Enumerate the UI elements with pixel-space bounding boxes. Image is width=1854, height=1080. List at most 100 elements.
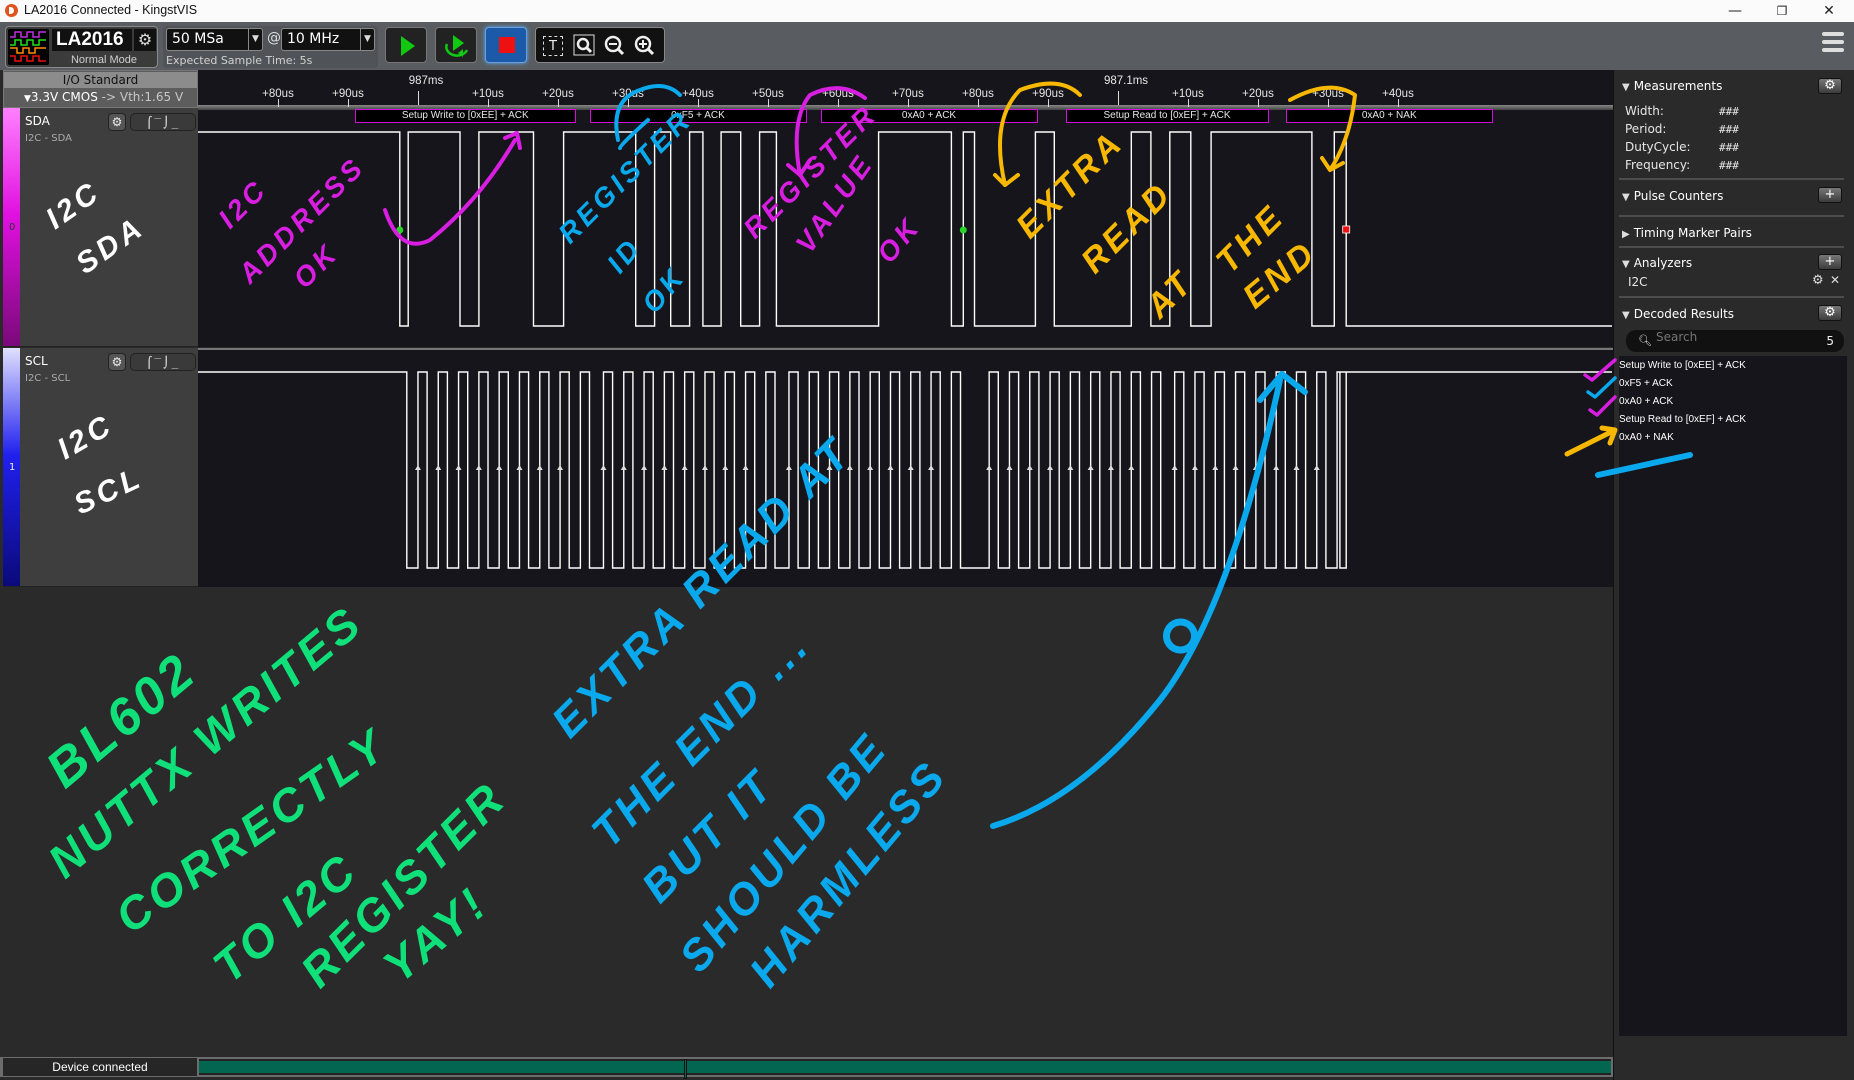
- rising-edge-arrow-icon: [1293, 465, 1300, 470]
- rising-edge-arrow-icon: [1171, 465, 1178, 470]
- rising-edge-arrow-icon: [414, 465, 421, 470]
- analyzer-remove-close-icon[interactable]: ✕: [1830, 273, 1840, 287]
- capture-progress-bar[interactable]: [199, 1059, 1611, 1079]
- measurements-header[interactable]: ▼ Measurements: [1622, 79, 1722, 93]
- analyzer-settings-gear-icon[interactable]: ⚙: [1812, 273, 1824, 288]
- rising-edge-arrow-icon: [1273, 465, 1280, 470]
- rising-edge-arrow-icon: [1191, 465, 1198, 470]
- rising-edge-arrow-icon: [1252, 465, 1259, 470]
- close-button[interactable]: ✕: [1806, 0, 1852, 22]
- rising-edge-arrow-icon: [536, 465, 543, 470]
- add-analyzer-plus-icon[interactable]: +: [1818, 254, 1842, 270]
- status-bar: Device connected: [0, 1057, 1613, 1079]
- rising-edge-arrow-icon: [455, 465, 462, 470]
- measure-duty-label: DutyCycle:: [1625, 140, 1691, 154]
- measure-frequency-value: ###: [1719, 159, 1739, 172]
- pulse-counters-header[interactable]: ▼ Pulse Counters: [1622, 189, 1723, 203]
- measure-width-value: ###: [1719, 105, 1739, 118]
- rising-edge-arrow-icon: [722, 465, 729, 470]
- rising-edge-arrow-icon: [1107, 465, 1114, 470]
- measure-frequency-label: Frequency:: [1625, 158, 1691, 172]
- rising-edge-arrow-icon: [928, 465, 935, 470]
- rising-edge-arrow-icon: [907, 465, 914, 470]
- divider: [1619, 296, 1844, 298]
- rising-edge-arrow-icon: [1313, 465, 1320, 470]
- search-input[interactable]: [1656, 330, 1796, 344]
- status-text: Device connected: [3, 1058, 197, 1076]
- result-count: 5: [1826, 334, 1834, 348]
- minimize-button[interactable]: —: [1712, 0, 1758, 22]
- rising-edge-arrow-icon: [681, 465, 688, 470]
- triangle-down-icon: ▼: [1622, 82, 1630, 93]
- measurements-settings-gear-icon[interactable]: ⚙: [1818, 78, 1842, 94]
- rising-edge-arrow-icon: [826, 465, 833, 470]
- progress-marker[interactable]: [684, 1059, 687, 1079]
- measurements-title: Measurements: [1633, 79, 1723, 93]
- rising-edge-arrow-icon: [887, 465, 894, 470]
- rising-edge-arrow-icon: [496, 465, 503, 470]
- rising-edge-arrow-icon: [475, 465, 482, 470]
- decoded-search: 🔍︎ 5: [1626, 330, 1844, 352]
- annotation-canvas: [0, 587, 1613, 1055]
- add-pulse-counter-plus-icon[interactable]: +: [1818, 187, 1842, 203]
- measure-duty-value: ###: [1719, 141, 1739, 154]
- rising-edge-arrow-icon: [867, 465, 874, 470]
- rising-edge-arrow-icon: [846, 465, 853, 470]
- list-item[interactable]: Setup Read to [0xEF] + ACK: [1619, 414, 1746, 425]
- rising-edge-arrow-icon: [1026, 465, 1033, 470]
- timing-marker-pairs-header[interactable]: ▶ Timing Marker Pairs: [1622, 226, 1752, 240]
- rising-edge-arrow-icon: [1212, 465, 1219, 470]
- rising-edge-arrow-icon: [986, 465, 993, 470]
- triangle-down-icon: ▼: [1622, 259, 1630, 270]
- search-icon: 🔍︎: [1638, 334, 1652, 347]
- rising-edge-arrow-icon: [435, 465, 442, 470]
- rising-edge-arrow-icon: [1232, 465, 1239, 470]
- decoded-results-settings-gear-icon[interactable]: ⚙: [1818, 305, 1842, 321]
- divider: [1619, 215, 1844, 217]
- rising-edge-arrow-icon: [661, 465, 668, 470]
- stop-condition-marker: [1342, 225, 1351, 234]
- divider: [1619, 246, 1844, 248]
- list-item[interactable]: 0xF5 + ACK: [1619, 378, 1673, 389]
- divider: [1619, 178, 1844, 180]
- rising-edge-arrow-icon: [557, 465, 564, 470]
- measure-period-value: ###: [1719, 123, 1739, 136]
- rising-edge-arrow-icon: [1087, 465, 1094, 470]
- rising-edge-arrow-icon: [620, 465, 627, 470]
- rising-edge-arrow-icon: [785, 465, 792, 470]
- scl-trace: [198, 371, 1612, 569]
- decoded-results-header[interactable]: ▼ Decoded Results: [1622, 307, 1734, 321]
- measure-period-label: Period:: [1625, 122, 1667, 136]
- waveforms: [198, 131, 1612, 569]
- triangle-right-icon: ▶: [1622, 229, 1630, 240]
- list-item[interactable]: 0xA0 + NAK: [1619, 432, 1674, 443]
- timing-marker-pairs-title: Timing Marker Pairs: [1633, 226, 1752, 240]
- rising-edge-arrow-icon: [641, 465, 648, 470]
- sda-trace: [198, 131, 1612, 327]
- hamburger-menu-icon[interactable]: [1822, 32, 1844, 52]
- decoded-results-title: Decoded Results: [1633, 307, 1735, 321]
- rising-edge-arrow-icon: [600, 465, 607, 470]
- triangle-down-icon: ▼: [1622, 192, 1630, 203]
- pulse-counters-title: Pulse Counters: [1633, 189, 1724, 203]
- list-item[interactable]: Setup Write to [0xEE] + ACK: [1619, 360, 1746, 371]
- analyzer-item[interactable]: I2C: [1628, 275, 1648, 289]
- start-condition-marker: [959, 226, 967, 234]
- rising-edge-arrow-icon: [1067, 465, 1074, 470]
- analyzers-title: Analyzers: [1633, 256, 1693, 270]
- measure-width-label: Width:: [1625, 104, 1664, 118]
- analyzers-header[interactable]: ▼ Analyzers: [1622, 256, 1692, 270]
- restore-button[interactable]: ❐: [1759, 0, 1805, 22]
- right-panel: ▼ Measurements ⚙ Width: ### Period: ### D…: [1613, 70, 1854, 1080]
- rising-edge-arrow-icon: [1006, 465, 1013, 470]
- list-item[interactable]: 0xA0 + ACK: [1619, 396, 1673, 407]
- start-condition-marker: [396, 226, 404, 234]
- rising-edge-arrow-icon: [806, 465, 813, 470]
- rising-edge-arrow-icon: [516, 465, 523, 470]
- rising-edge-arrow-icon: [1047, 465, 1054, 470]
- rising-edge-arrow-icon: [701, 465, 708, 470]
- decoded-results-list: Setup Write to [0xEE] + ACK 0xF5 + ACK 0…: [1619, 356, 1847, 1036]
- triangle-down-icon: ▼: [1622, 310, 1630, 321]
- rising-edge-arrow-icon: [1128, 465, 1135, 470]
- rising-edge-arrow-icon: [742, 465, 749, 470]
